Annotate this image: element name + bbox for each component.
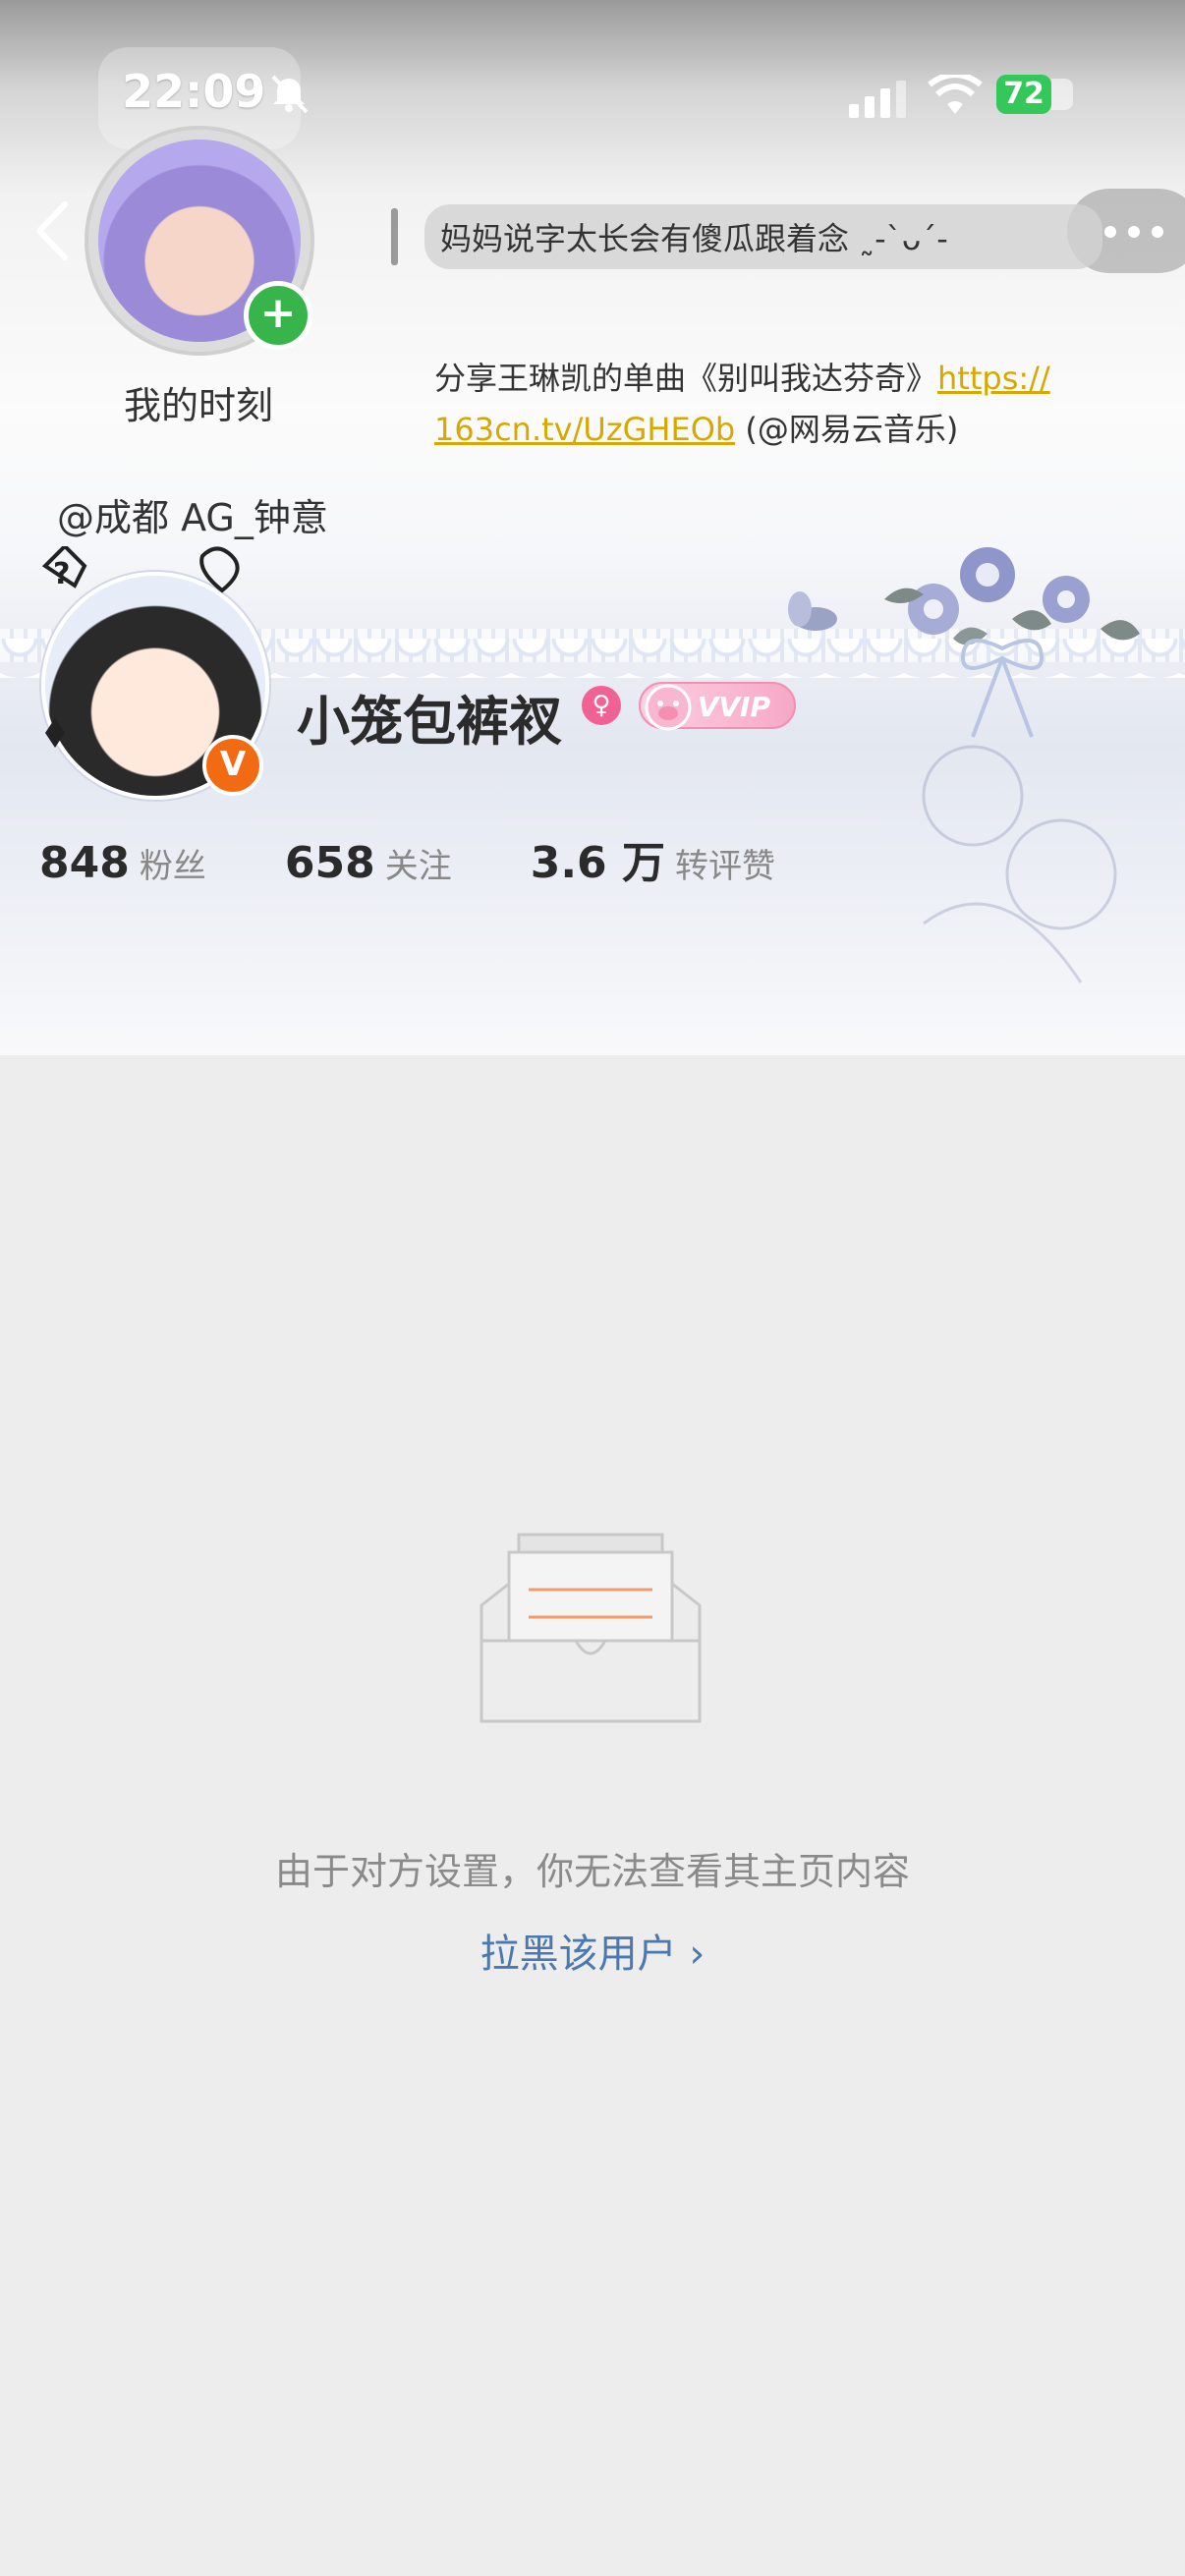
interactions-count: 3.6 万 [530, 838, 665, 888]
female-gender-icon: ♀ [582, 686, 621, 725]
stat-interactions[interactable]: 3.6 万转评赞 [531, 838, 775, 888]
share-prefix: 分享王琳凯的单曲《别叫我达芬奇》 [434, 360, 938, 397]
mention-text[interactable]: @成都 AG_钟意 [57, 487, 328, 541]
avatar-frame-decoration: ? [41, 546, 240, 748]
add-moment-icon[interactable]: + [244, 281, 312, 350]
background-flower-sketch [922, 745, 1117, 983]
pig-icon [645, 684, 692, 731]
more-dot-icon [1152, 226, 1163, 238]
followers-count: 848 [39, 838, 130, 888]
moments-label[interactable]: 我的时刻 [124, 375, 273, 429]
stat-following[interactable]: 658 关注 [285, 838, 452, 888]
more-dot-icon [1104, 226, 1116, 238]
profile-stats: 848 粉丝 658 关注 3.6 万转评赞 [39, 827, 775, 890]
back-icon[interactable] [29, 196, 79, 265]
interactions-label: 转评赞 [674, 847, 775, 886]
block-user-link[interactable]: 拉黑该用户 › [0, 1922, 1185, 1979]
stat-followers[interactable]: 848 粉丝 [39, 838, 206, 888]
share-link-part2[interactable]: 163cn.tv/UzGHEOb [434, 411, 735, 448]
battery-level: 72 [996, 75, 1051, 114]
status-time: 22:09 [122, 65, 266, 118]
signal-icon [849, 81, 906, 118]
bubble-divider [391, 208, 398, 265]
verified-badge-icon: V [202, 735, 263, 796]
svg-text:?: ? [53, 557, 70, 591]
wifi-icon [928, 75, 983, 114]
bell-off-icon [271, 75, 309, 114]
share-text-line2: 163cn.tv/UzGHEOb (@网易云音乐) [434, 405, 958, 450]
following-count: 658 [284, 838, 375, 888]
bio-text: 妈妈说字太长会有傻瓜跟着念 ˷-ˋᴗˊ- [440, 220, 948, 257]
share-link-part1[interactable]: https:// [937, 360, 1050, 397]
profile-username: 小笼包裤衩 [297, 691, 562, 753]
more-dot-icon [1128, 226, 1140, 238]
battery-empty-part [1051, 79, 1073, 110]
empty-state-message: 由于对方设置，你无法查看其主页内容 [274, 1850, 910, 1893]
followers-label: 粉丝 [139, 847, 206, 886]
following-label: 关注 [384, 847, 452, 886]
share-text-line1: 分享王琳凯的单曲《别叫我达芬奇》https:// [434, 354, 1050, 399]
share-suffix: (@网易云音乐) [745, 411, 959, 448]
empty-inbox-icon [480, 1533, 702, 1723]
